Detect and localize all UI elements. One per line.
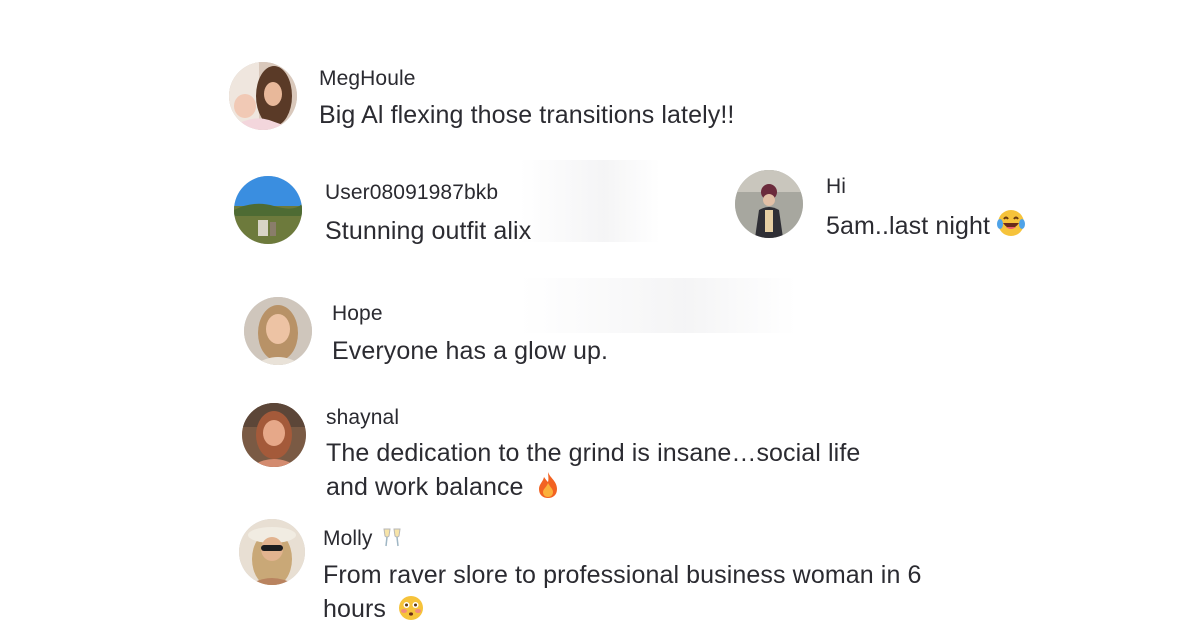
laughing-tears-emoji-icon [996,208,1026,245]
comment-username-text: Molly [323,527,373,550]
avatar[interactable] [239,519,305,585]
fire-emoji-icon [536,471,560,508]
comment-username[interactable]: Hi [826,175,846,199]
clinking-glasses-emoji-icon [381,526,403,554]
profile-photo-icon [242,403,306,467]
avatar[interactable] [735,170,803,238]
comment-text: Everyone has a glow up. [332,337,609,365]
overlay-shade [520,160,660,242]
profile-photo-icon [229,62,297,130]
avatar[interactable] [242,403,306,467]
overlay-shade [520,278,796,333]
comment-username[interactable]: Molly [323,526,403,554]
comment-text: From raver slore to professional busines… [323,558,933,630]
comment-text-content: 5am..last night [826,212,991,240]
profile-photo-icon [735,170,803,238]
comment-username[interactable]: User08091987bkb [325,181,498,205]
comment-text: 5am..last night [826,208,1026,245]
flushed-face-emoji-icon [398,595,424,630]
comment-text: Stunning outfit alix [325,217,532,245]
avatar[interactable] [244,297,312,365]
avatar[interactable] [229,62,297,130]
comment-text: Big Al flexing those transitions lately!… [319,101,735,129]
profile-photo-icon [239,519,305,585]
comment-username[interactable]: Hope [332,302,383,326]
comment-text-content: The dedication to the grind is insane…so… [326,439,861,501]
comment-username[interactable]: shaynal [326,406,399,430]
profile-photo-icon [234,176,302,244]
comment-text: The dedication to the grind is insane…so… [326,436,906,508]
avatar[interactable] [234,176,302,244]
comment-username[interactable]: MegHoule [319,67,416,91]
profile-photo-icon [244,297,312,365]
